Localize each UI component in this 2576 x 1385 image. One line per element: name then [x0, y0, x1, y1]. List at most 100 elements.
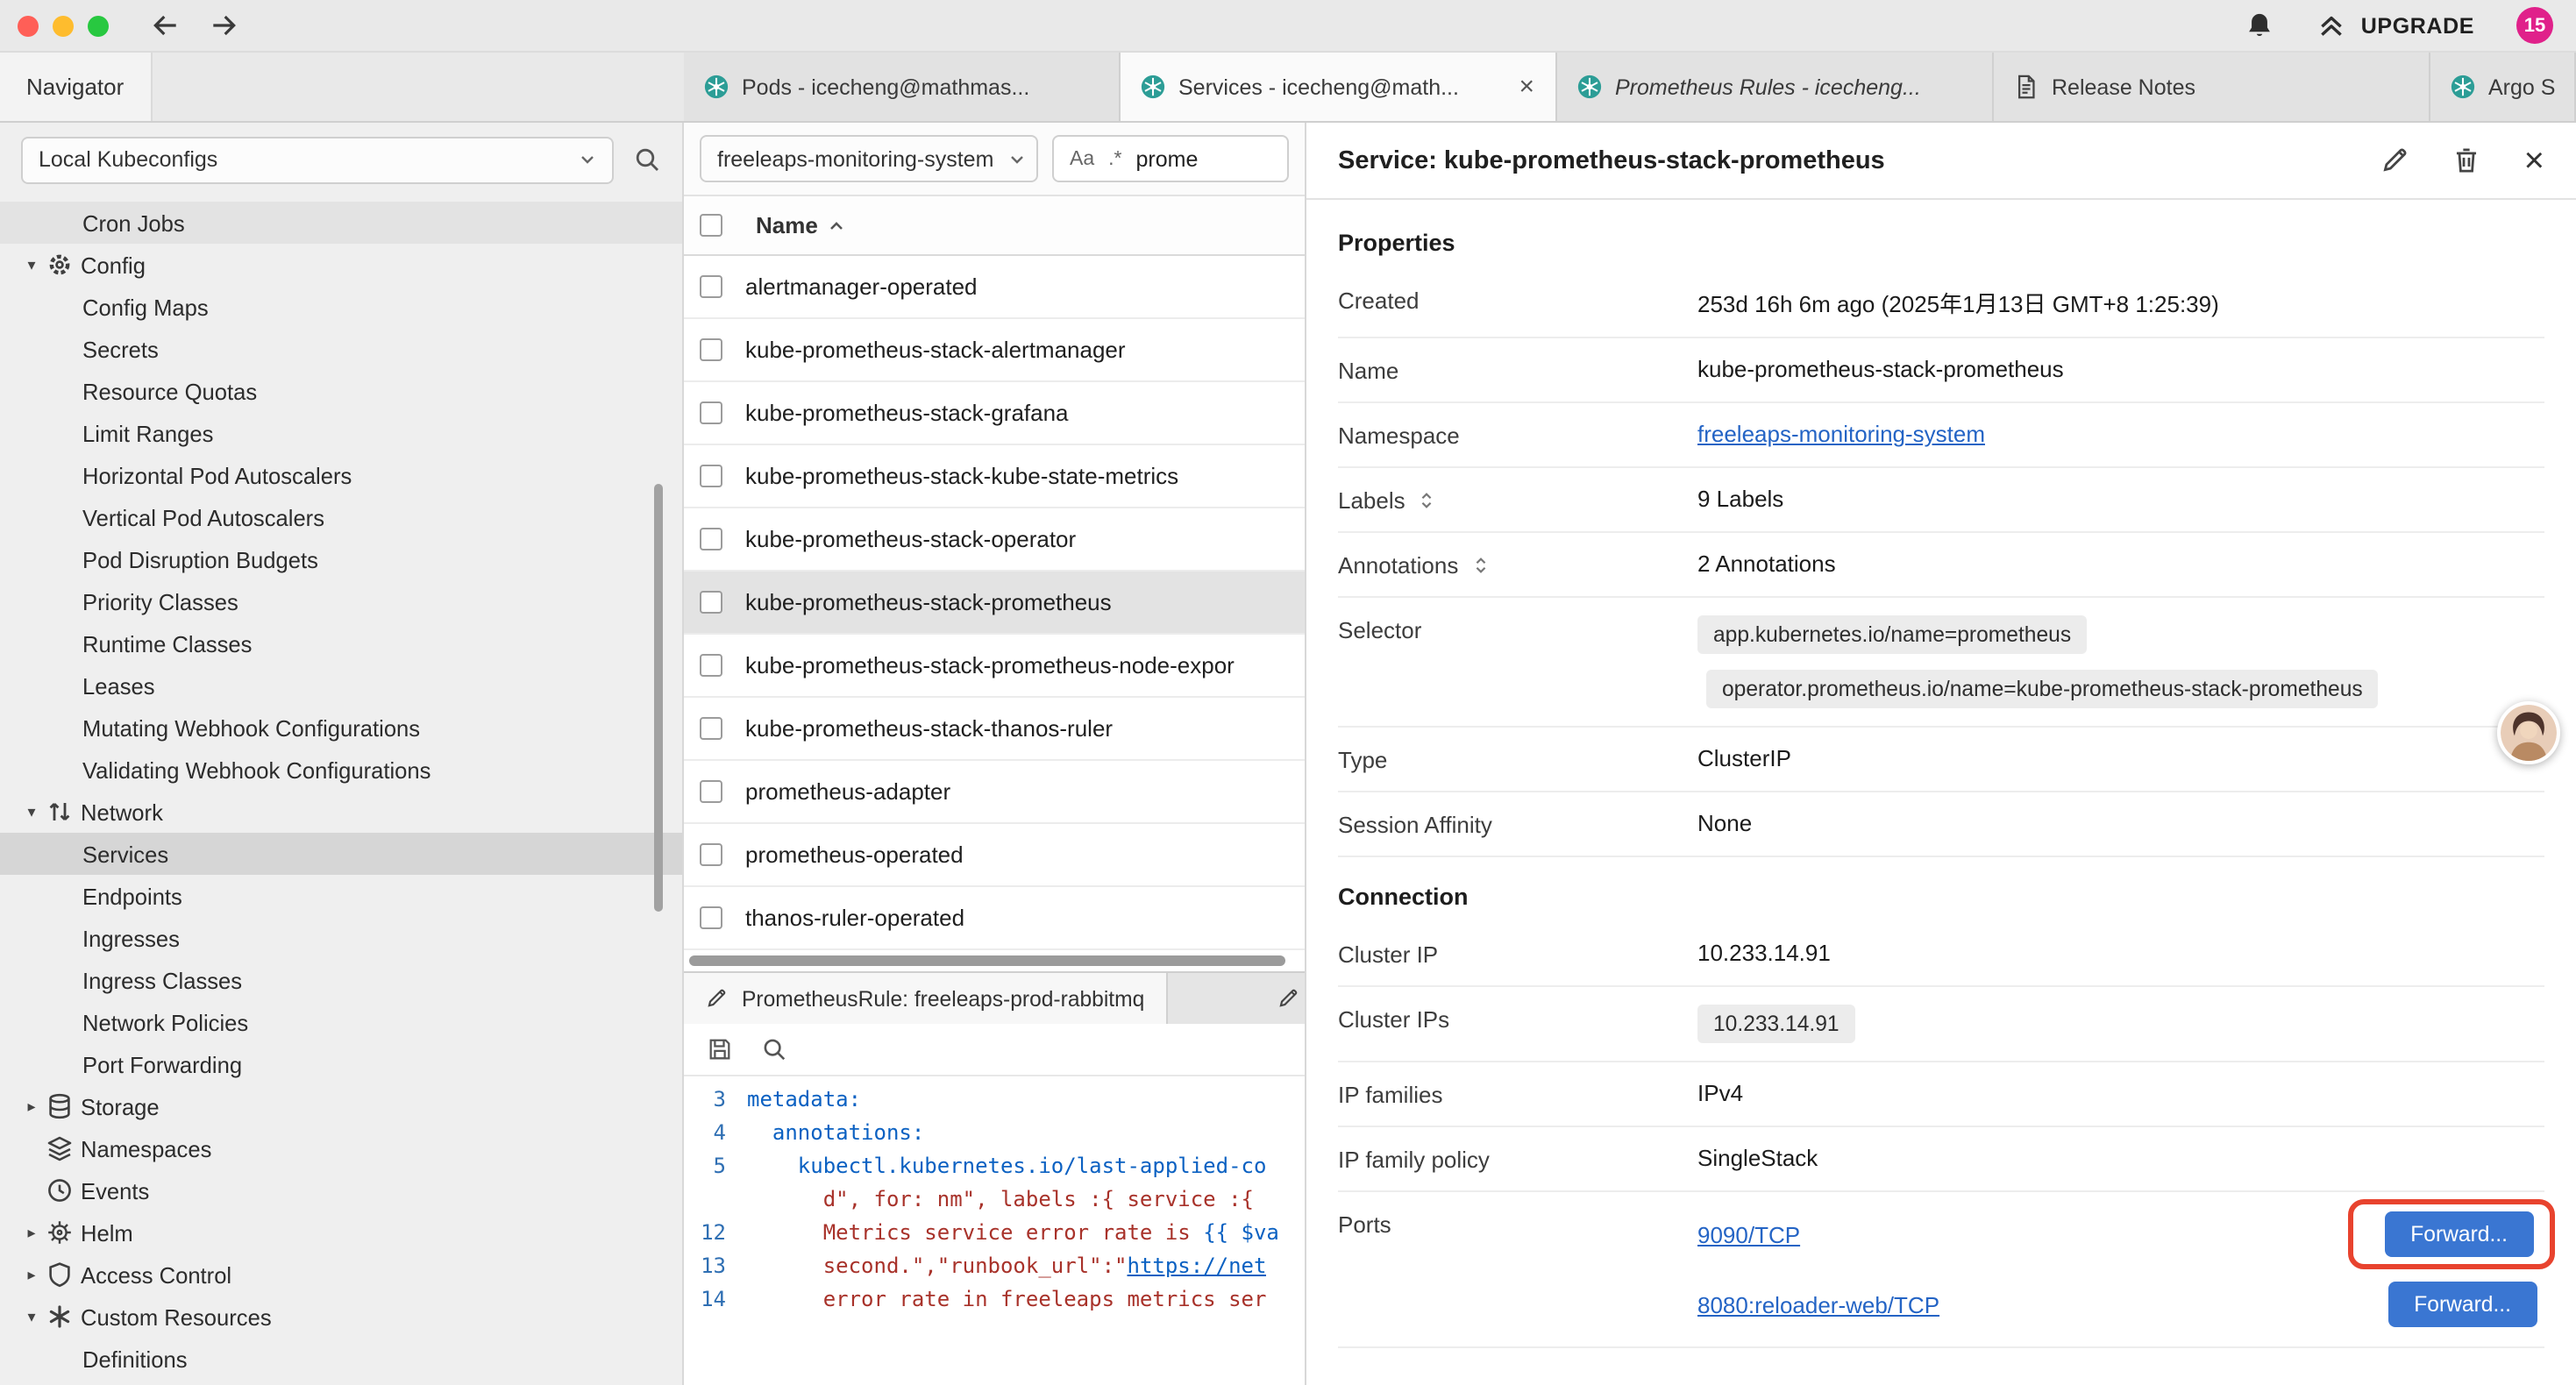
chevron-right-icon[interactable]: ▸: [18, 1223, 46, 1242]
sidebar-item-config-maps[interactable]: Config Maps: [0, 286, 682, 328]
edit-button[interactable]: [2380, 146, 2410, 175]
window-minimize-button[interactable]: [53, 15, 74, 36]
port-link-8080-reloader-web-tcp[interactable]: 8080:reloader-web/TCP: [1697, 1291, 1939, 1318]
table-row-prometheus-adapter[interactable]: prometheus-adapter: [684, 761, 1305, 824]
sidebar-item-priority-classes[interactable]: Priority Classes: [0, 580, 682, 622]
row-checkbox[interactable]: [700, 780, 722, 803]
sidebar-item-network[interactable]: ▾Network: [0, 791, 682, 833]
row-checkbox[interactable]: [700, 338, 722, 361]
user-avatar[interactable]: [2497, 701, 2560, 764]
table-row-kube-prometheus-stack-prometheus[interactable]: kube-prometheus-stack-prometheus: [684, 572, 1305, 635]
row-checkbox[interactable]: [700, 465, 722, 487]
sidebar-item-custom-resources[interactable]: ▾Custom Resources: [0, 1296, 682, 1338]
sort-updown-icon[interactable]: [1418, 491, 1437, 510]
sidebar-item-vertical-pod-autoscalers[interactable]: Vertical Pod Autoscalers: [0, 496, 682, 538]
match-case-toggle[interactable]: Aa: [1070, 148, 1094, 169]
regex-toggle[interactable]: .*: [1108, 148, 1121, 169]
window-close-button[interactable]: [18, 15, 39, 36]
detail-value-link[interactable]: freeleaps-monitoring-system: [1697, 421, 1985, 447]
code-editor[interactable]: 3metadata:4 annotations:5 kubectl.kubern…: [684, 1076, 1305, 1385]
name-column-header[interactable]: Name: [745, 210, 857, 240]
table-row-kube-prometheus-stack-thanos-ruler[interactable]: kube-prometheus-stack-thanos-ruler: [684, 698, 1305, 761]
chevron-right-icon[interactable]: ▸: [18, 1097, 46, 1116]
tab-pods-icecheng-mathmas[interactable]: Pods - icecheng@mathmas...: [684, 53, 1121, 121]
row-checkbox[interactable]: [700, 654, 722, 677]
sidebar-item-ingresses[interactable]: Ingresses: [0, 917, 682, 959]
drawer-close-button[interactable]: ×: [2524, 143, 2544, 178]
row-checkbox[interactable]: [700, 401, 722, 424]
tab-close-icon[interactable]: ×: [1517, 74, 1536, 100]
sidebar-item-resource-quotas[interactable]: Resource Quotas: [0, 370, 682, 412]
tab-release-notes[interactable]: Release Notes: [1994, 53, 2430, 121]
notifications-bell-icon[interactable]: [2245, 11, 2275, 40]
namespace-selector[interactable]: freeleaps-monitoring-system: [700, 135, 1038, 182]
row-checkbox[interactable]: [700, 717, 722, 740]
row-checkbox[interactable]: [700, 906, 722, 929]
sidebar-item-definitions[interactable]: Definitions: [0, 1338, 682, 1380]
save-button[interactable]: [707, 1036, 733, 1062]
table-row-alertmanager-operated[interactable]: alertmanager-operated: [684, 256, 1305, 319]
row-checkbox[interactable]: [700, 275, 722, 298]
forward-button[interactable]: Forward...: [2387, 1282, 2537, 1327]
sidebar-item-network-policies[interactable]: Network Policies: [0, 1001, 682, 1043]
sidebar-item-events[interactable]: Events: [0, 1169, 682, 1211]
detail-row-created: Created253d 16h 6m ago (2025年1月13日 GMT+8…: [1338, 268, 2544, 338]
table-row-thanos-ruler-operated[interactable]: thanos-ruler-operated: [684, 887, 1305, 950]
sidebar-item-mutating-webhook-configurations[interactable]: Mutating Webhook Configurations: [0, 707, 682, 749]
history-forward-button[interactable]: [209, 11, 238, 40]
table-row-kube-prometheus-stack-kube-state-metrics[interactable]: kube-prometheus-stack-kube-state-metrics: [684, 445, 1305, 508]
forward-button[interactable]: Forward...: [2384, 1211, 2534, 1257]
table-row-kube-prometheus-stack-operator[interactable]: kube-prometheus-stack-operator: [684, 508, 1305, 572]
select-all-checkbox[interactable]: [700, 214, 722, 237]
sidebar-item-limit-ranges[interactable]: Limit Ranges: [0, 412, 682, 454]
table-row-prometheus-operated[interactable]: prometheus-operated: [684, 824, 1305, 887]
upgrade-button[interactable]: UPGRADE: [2307, 9, 2485, 42]
sort-updown-icon[interactable]: [1470, 556, 1490, 575]
table-search-input[interactable]: [1136, 146, 1238, 171]
dock-tab-next[interactable]: [1167, 973, 1305, 1024]
dock-tab-prometheusrule[interactable]: PrometheusRule: freeleaps-prod-rabbitmq: [684, 973, 1167, 1024]
history-back-button[interactable]: [151, 11, 181, 40]
tab-services-icecheng-math[interactable]: Services - icecheng@math...×: [1121, 53, 1557, 121]
sidebar-item-pod-disruption-budgets[interactable]: Pod Disruption Budgets: [0, 538, 682, 580]
chevron-down-icon[interactable]: ▾: [18, 802, 46, 821]
table-row-kube-prometheus-stack-grafana[interactable]: kube-prometheus-stack-grafana: [684, 382, 1305, 445]
tab-prometheus-rules-icecheng[interactable]: Prometheus Rules - icecheng...: [1557, 53, 1994, 121]
sidebar-item-helm[interactable]: ▸Helm: [0, 1211, 682, 1254]
sidebar-item-storage[interactable]: ▸Storage: [0, 1085, 682, 1127]
value-badge: operator.prometheus.io/name=kube-prometh…: [1706, 670, 2379, 708]
sidebar-search-icon[interactable]: [633, 146, 661, 174]
sidebar-item-port-forwarding[interactable]: Port Forwarding: [0, 1043, 682, 1085]
sidebar-item-runtime-classes[interactable]: Runtime Classes: [0, 622, 682, 664]
notification-count-badge[interactable]: 15: [2516, 7, 2553, 44]
horizontal-scrollbar-thumb[interactable]: [689, 955, 1285, 966]
sidebar-item-secrets[interactable]: Secrets: [0, 328, 682, 370]
sidebar-scrollbar[interactable]: [654, 484, 663, 912]
table-row-kube-prometheus-stack-prometheus-node-expor[interactable]: kube-prometheus-stack-prometheus-node-ex…: [684, 635, 1305, 698]
detail-label: Name: [1338, 356, 1697, 384]
row-checkbox[interactable]: [700, 843, 722, 866]
sidebar-item-namespaces[interactable]: Namespaces: [0, 1127, 682, 1169]
window-zoom-button[interactable]: [88, 15, 109, 36]
sidebar-item-leases[interactable]: Leases: [0, 664, 682, 707]
sidebar-item-config[interactable]: ▾Config: [0, 244, 682, 286]
chevron-right-icon[interactable]: ▸: [18, 1265, 46, 1284]
sidebar-item-services[interactable]: Services: [0, 833, 682, 875]
sidebar-item-validating-webhook-configurations[interactable]: Validating Webhook Configurations: [0, 749, 682, 791]
sidebar-item-ingress-classes[interactable]: Ingress Classes: [0, 959, 682, 1001]
table-row-kube-prometheus-stack-alertmanager[interactable]: kube-prometheus-stack-alertmanager: [684, 319, 1305, 382]
port-link-9090-tcp[interactable]: 9090/TCP: [1697, 1221, 1800, 1247]
kubeconfig-selector[interactable]: Local Kubeconfigs: [21, 136, 614, 183]
services-table: alertmanager-operatedkube-prometheus-sta…: [684, 256, 1305, 950]
sidebar-item-access-control[interactable]: ▸Access Control: [0, 1254, 682, 1296]
chevron-down-icon[interactable]: ▾: [18, 255, 46, 274]
sidebar-item-horizontal-pod-autoscalers[interactable]: Horizontal Pod Autoscalers: [0, 454, 682, 496]
row-checkbox[interactable]: [700, 591, 722, 614]
sidebar-item-cron-jobs[interactable]: Cron Jobs: [0, 202, 682, 244]
editor-search-button[interactable]: [761, 1036, 787, 1062]
row-checkbox[interactable]: [700, 528, 722, 550]
tab-argo-s[interactable]: Argo S...: [2430, 53, 2576, 121]
chevron-down-icon[interactable]: ▾: [18, 1307, 46, 1326]
delete-button[interactable]: [2452, 146, 2482, 175]
sidebar-item-endpoints[interactable]: Endpoints: [0, 875, 682, 917]
